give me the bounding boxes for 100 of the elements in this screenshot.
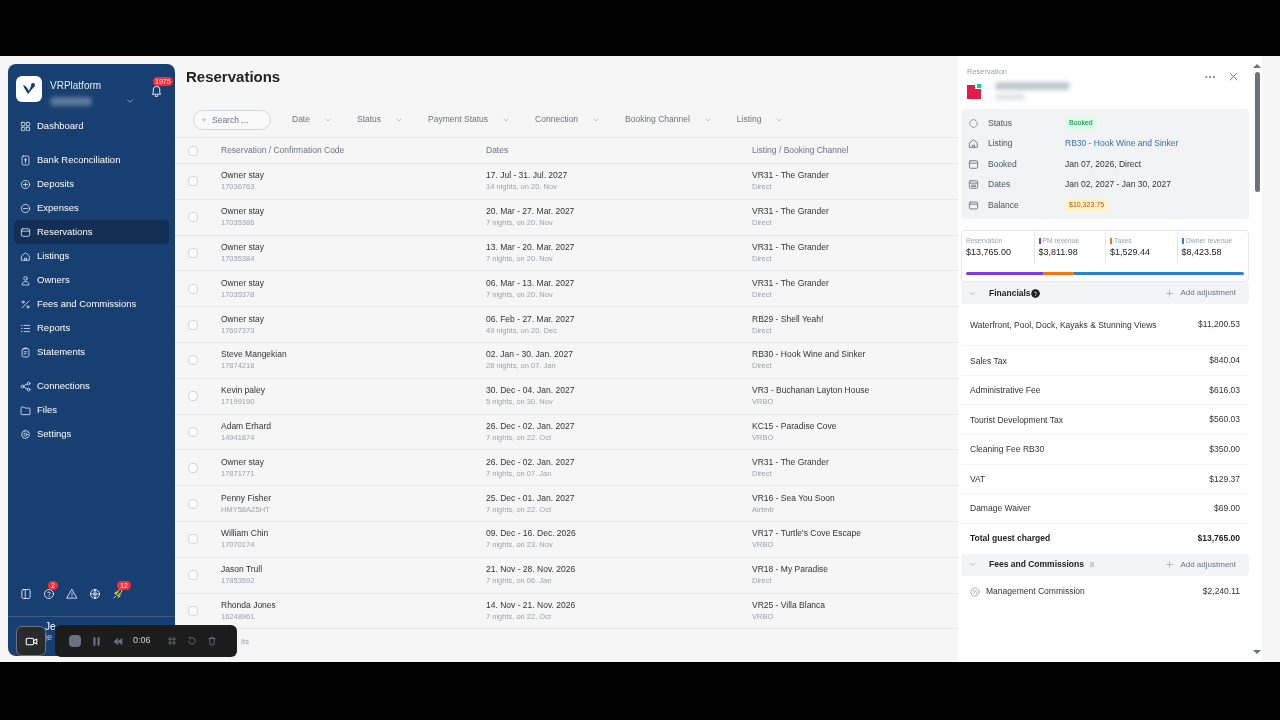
listing-logo-icon (967, 83, 983, 100)
line-item-amount: $129.37 (1209, 472, 1240, 486)
share-icon (20, 380, 31, 392)
table-cell-text: 06. Mar - 13. Mar. 2027 (486, 276, 576, 289)
line-item-amount: $2,240.11 (1202, 585, 1240, 599)
nav-item[interactable]: Owners (14, 268, 169, 292)
filter-dropdown[interactable]: Status (352, 109, 408, 130)
filter-dropdown[interactable]: Payment Status (424, 109, 515, 130)
table-cell-text: Owner stay (221, 205, 265, 218)
nav-item[interactable]: Connections (14, 374, 169, 398)
nav-item[interactable]: Settings (14, 422, 169, 446)
blurred-guest-detail (995, 94, 1025, 101)
table-cell-text: 20. Mar - 27. Mar. 2027 (486, 205, 576, 218)
home-icon (968, 138, 979, 150)
home-icon (20, 250, 31, 262)
table-cell-text: 09. Dec - 16. Dec. 2026 (486, 527, 577, 540)
rocket-icon (112, 588, 124, 600)
calendar-icon (20, 226, 31, 238)
row-checkbox[interactable] (188, 176, 198, 187)
nav-item[interactable]: Files (14, 398, 169, 422)
detail-label: Balance (988, 198, 1020, 212)
table-cell-text: VR17 - Turtle's Cove Escape (752, 527, 862, 540)
add-adjustment-button[interactable]: Add adjustment (1165, 287, 1236, 300)
stat-value: $1,529.44 (1110, 246, 1152, 260)
row-checkbox[interactable] (188, 283, 198, 294)
line-item-amount: $350.00 (1209, 442, 1240, 456)
table-cell-text: Owner stay (221, 241, 265, 253)
table-cell-text: 14. Nov - 21. Nov. 2026 (486, 598, 577, 611)
table-cell-text: Penny Fisher (221, 491, 273, 504)
filter-dropdown[interactable]: Connection (531, 109, 605, 130)
table-cell-text: VR31 - The Grander (752, 241, 830, 253)
table-cell-text: Kevin paley (221, 384, 266, 397)
filter-dropdown[interactable]: Listing (732, 109, 788, 130)
table-cell-text: VR16 - Sea You Soon (752, 491, 836, 504)
blurred-account-name (50, 97, 92, 106)
list-icon (20, 322, 31, 334)
row-checkbox[interactable] (188, 534, 198, 545)
detail-value: Jan 02, 2027 - Jan 30, 2027 (1065, 178, 1171, 191)
section-title: Fees and Commissions (989, 558, 1084, 572)
row-checkbox[interactable] (188, 391, 198, 402)
column-header: Listing / Booking Channel (752, 144, 850, 157)
stat-value: $8,423.58 (1181, 246, 1223, 260)
status-icon (968, 117, 979, 129)
camera-button[interactable] (16, 626, 46, 656)
grid-icon (20, 120, 31, 132)
nav-item[interactable]: Listings (14, 244, 169, 268)
section-title: Financials (989, 286, 1031, 300)
table-cell-text: KC15 - Paradise Cove (752, 419, 838, 432)
row-checkbox[interactable] (188, 319, 198, 330)
line-item-label: Management Commission (986, 585, 1085, 599)
stat-value: $13,765.00 (966, 246, 1013, 260)
row-checkbox[interactable] (188, 426, 198, 437)
line-item-label: Damage Waiver (970, 502, 1032, 515)
row-checkbox[interactable] (188, 212, 198, 223)
row-checkbox[interactable] (188, 570, 198, 581)
plus-icon (1165, 288, 1175, 298)
select-all-checkbox[interactable] (188, 145, 198, 156)
nav-item[interactable]: Reports (14, 316, 169, 340)
row-checkbox[interactable] (188, 498, 198, 509)
table-cell-text: William Chin (221, 527, 270, 540)
table-cell-text: VR25 - Villa Blanca (752, 598, 827, 611)
globe-icon (89, 588, 101, 600)
line-item-amount: $840.04 (1209, 354, 1240, 367)
section-header[interactable]: Financials Add adjustment (961, 282, 1249, 305)
add-adjustment-button[interactable]: Add adjustment (1165, 558, 1236, 571)
nav-item[interactable]: Statements (14, 340, 169, 364)
row-checkbox[interactable] (188, 462, 198, 473)
wallet-icon (968, 199, 979, 211)
filter-dropdown[interactable]: Date (288, 109, 336, 130)
nav-item[interactable]: Expenses (14, 196, 169, 220)
table-cell-text: VR31 - The Grander (752, 276, 830, 289)
nav-item[interactable]: Fees and Commissions (14, 292, 169, 316)
user-name: Je (45, 621, 56, 632)
nav-item[interactable]: Reservations (14, 220, 169, 244)
table-cell-text: 06. Feb - 27. Mar. 2027 (486, 312, 576, 325)
detail-label: Booked (988, 157, 1018, 171)
search-field[interactable]: Search ... (212, 110, 262, 129)
table-cell-text: Adam Erhard (221, 419, 273, 432)
bell-icon (150, 84, 163, 97)
line-item-label: Waterfront, Pool, Dock, Kayaks & Stunning Views (970, 318, 1158, 331)
detail-label: Dates (988, 178, 1012, 191)
settings-icon (20, 428, 31, 440)
row-checkbox[interactable] (188, 248, 198, 258)
total-label: Total guest charged (970, 532, 1051, 546)
line-item-amount: $11,200.53 (1198, 318, 1240, 332)
nav-item[interactable]: Bank Reconciliation (14, 148, 169, 172)
table-cell-text: 21. Nov - 28. Nov. 2026 (486, 563, 577, 576)
listing-link[interactable]: RB30 - Hook Wine and Sinker (1065, 137, 1179, 151)
table-cell-text: Rhonda Jones (221, 598, 277, 611)
recording-time: 0:06 (133, 634, 151, 648)
chevron-down-icon (125, 96, 136, 106)
detail-value: Jan 07, 2026, Direct (1065, 157, 1142, 171)
calendar-icon (968, 179, 979, 191)
row-checkbox[interactable] (188, 355, 198, 366)
row-checkbox[interactable] (188, 605, 198, 616)
nav-item[interactable]: Deposits (14, 172, 169, 196)
nav-item[interactable]: Dashboard (14, 114, 169, 138)
undo-icon (186, 636, 197, 646)
filter-dropdown[interactable]: Booking Channel (621, 109, 716, 130)
search-box[interactable]: Search ... (193, 109, 271, 130)
